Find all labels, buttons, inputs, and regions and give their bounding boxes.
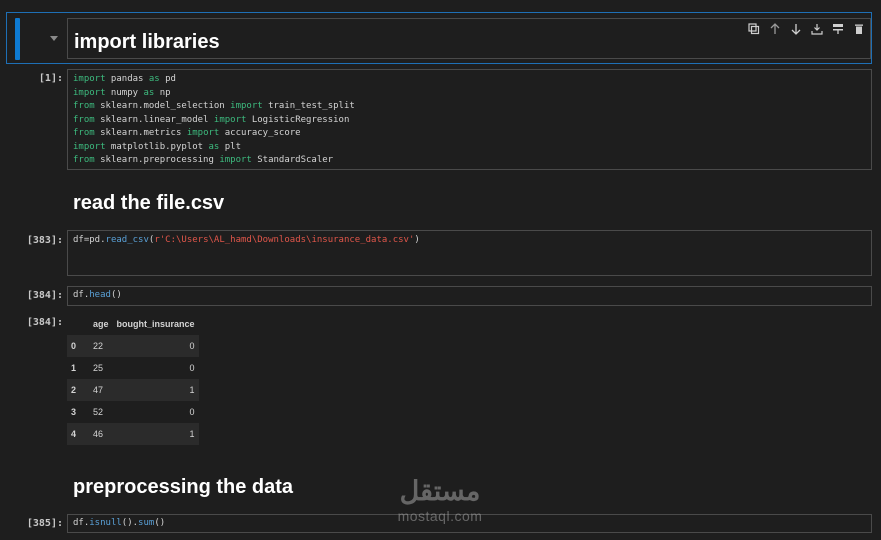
column-header: age xyxy=(93,319,109,329)
cell-selection-indicator xyxy=(15,18,20,60)
watermark-logo: مستقل mostaql.com xyxy=(384,474,496,532)
table-row: 2 47 1 xyxy=(67,379,199,401)
row-index: 1 xyxy=(71,363,77,373)
heading-import-libraries: import libraries xyxy=(74,31,220,53)
output-prompt: [384]: xyxy=(26,317,63,328)
cell-bought-insurance: 0 xyxy=(189,363,195,373)
table-row: 4 46 1 xyxy=(67,423,199,445)
column-header: bought_insurance xyxy=(116,319,195,329)
merge-icon[interactable] xyxy=(830,22,845,37)
move-up-icon[interactable] xyxy=(767,22,782,37)
table-header-row: age bought_insurance xyxy=(67,313,199,335)
code-line: from sklearn.preprocessing import Standa… xyxy=(73,155,334,165)
code-line: import matplotlib.pyplot as plt xyxy=(73,141,241,152)
heading-read-file: read the file.csv xyxy=(73,192,225,214)
row-index: 2 xyxy=(71,385,77,395)
cell-age: 46 xyxy=(93,429,104,439)
collapse-arrow-icon[interactable] xyxy=(50,36,58,41)
cell-age: 47 xyxy=(93,385,104,395)
cell-prompt: [384]: xyxy=(26,290,63,301)
duplicate-icon[interactable] xyxy=(746,22,761,37)
code-content: df.head() xyxy=(73,289,122,303)
watermark-arabic: مستقل xyxy=(399,476,481,506)
move-down-icon[interactable] xyxy=(788,22,803,37)
code-content: df.isnull().sum() xyxy=(73,517,165,531)
insert-below-icon[interactable] xyxy=(809,22,824,37)
cell-toolbar xyxy=(746,21,866,37)
index-header xyxy=(67,313,89,335)
cell-age: 25 xyxy=(93,363,104,373)
cell-prompt: [383]: xyxy=(26,235,63,246)
table-row: 0 22 0 xyxy=(67,335,199,357)
row-index: 3 xyxy=(71,407,77,417)
code-line: df=pd.read_csv(r'C:\Users\AL_hamd\Downlo… xyxy=(73,235,420,245)
cell-prompt: [1]: xyxy=(38,73,63,84)
code-content: import pandas as pd import numpy as np fro… xyxy=(73,73,355,168)
code-line: from sklearn.linear_model import Logisti… xyxy=(73,114,350,125)
cell-age: 52 xyxy=(93,407,104,417)
cell-age: 22 xyxy=(93,341,104,351)
heading-preprocessing: preprocessing the data xyxy=(73,476,294,498)
code-line: df.isnull().sum() xyxy=(73,518,166,528)
code-editor[interactable] xyxy=(67,286,872,306)
code-line: import pandas as pd xyxy=(73,74,176,84)
cell-bought-insurance: 0 xyxy=(189,407,195,417)
code-line: from sklearn.model_selection import trai… xyxy=(73,101,355,111)
code-content: df=pd.read_csv(r'C:\Users\AL_hamd\Downlo… xyxy=(73,234,420,248)
delete-icon[interactable] xyxy=(851,22,866,37)
table-row: 1 25 0 xyxy=(67,357,199,379)
cell-bought-insurance: 0 xyxy=(189,341,195,351)
code-line: import numpy as np xyxy=(73,87,171,98)
cell-bought-insurance: 1 xyxy=(189,385,195,395)
cell-bought-insurance: 1 xyxy=(189,429,195,439)
dataframe-output: age bought_insurance 0 22 0 1 25 0 2 47 … xyxy=(67,313,199,445)
row-index: 4 xyxy=(71,429,77,439)
code-line: df.head() xyxy=(73,290,122,300)
cell-prompt: [385]: xyxy=(26,518,63,529)
table-row: 3 52 0 xyxy=(67,401,199,423)
row-index: 0 xyxy=(71,341,77,351)
watermark-latin: mostaql.com xyxy=(397,508,483,524)
code-line: from sklearn.metrics import accuracy_sco… xyxy=(73,128,301,138)
